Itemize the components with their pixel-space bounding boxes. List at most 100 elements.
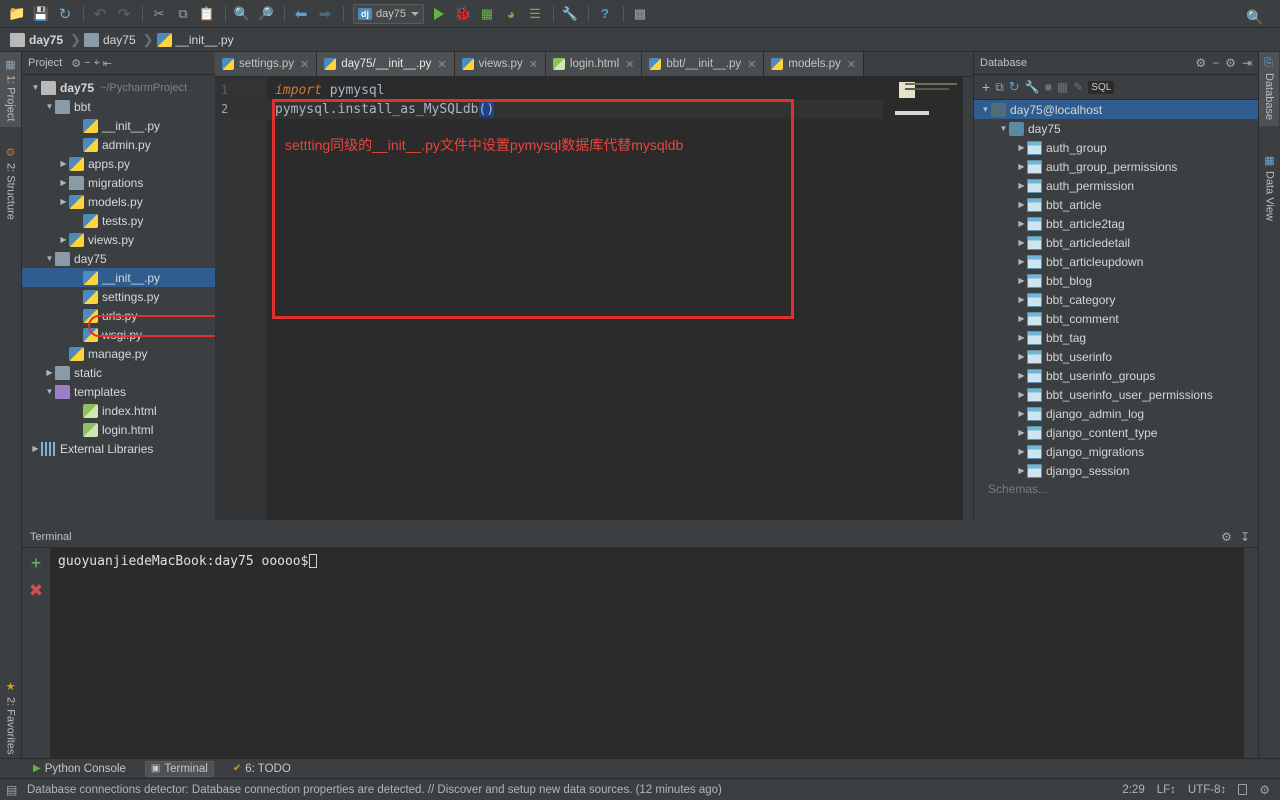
project-tree-item[interactable]: day75~/PycharmProject bbox=[22, 78, 215, 97]
breadcrumb-item-0[interactable]: day75 bbox=[8, 30, 69, 50]
project-tree-item[interactable]: apps.py bbox=[22, 154, 215, 173]
open-folder-icon[interactable]: 📁 bbox=[6, 3, 28, 25]
chevron-right-icon[interactable] bbox=[1016, 295, 1027, 304]
database-tree-item[interactable]: bbt_article bbox=[974, 195, 1258, 214]
project-tree-item[interactable]: settings.py bbox=[22, 287, 215, 306]
sidebar-item-project[interactable]: ▦ 1: Project bbox=[0, 52, 21, 127]
forward-icon[interactable]: ➡ bbox=[314, 3, 336, 25]
file-encoding[interactable]: UTF-8↕ bbox=[1188, 784, 1226, 796]
chevron-right-icon[interactable] bbox=[1016, 238, 1027, 247]
close-icon[interactable]: ✕ bbox=[747, 58, 756, 71]
chevron-right-icon[interactable] bbox=[1016, 333, 1027, 342]
database-tree-item[interactable]: auth_group_permissions bbox=[974, 157, 1258, 176]
stop-icon[interactable]: ■ bbox=[1045, 80, 1052, 94]
code-text-area[interactable]: import pymysql pymysql.install_as_MySQLd… bbox=[267, 77, 973, 520]
line-separator[interactable]: LF↕ bbox=[1157, 784, 1176, 796]
hide-icon[interactable]: ⇥ bbox=[1242, 56, 1252, 70]
chevron-right-icon[interactable] bbox=[1016, 447, 1027, 456]
chevron-right-icon[interactable] bbox=[58, 178, 69, 187]
chevron-down-icon[interactable] bbox=[44, 102, 55, 111]
project-tree-item[interactable]: static bbox=[22, 363, 215, 382]
settings-circle-icon[interactable]: ⚙ bbox=[1195, 56, 1206, 70]
editor-tab[interactable]: day75/__init__.py✕ bbox=[317, 52, 454, 76]
close-icon[interactable]: ✕ bbox=[529, 58, 538, 71]
sidebar-item-database[interactable]: ⎘ Database bbox=[1259, 52, 1279, 126]
database-tree-item[interactable]: bbt_blog bbox=[974, 271, 1258, 290]
database-tree-item[interactable]: bbt_tag bbox=[974, 328, 1258, 347]
database-tree-item[interactable]: bbt_articledetail bbox=[974, 233, 1258, 252]
close-tab-icon[interactable]: ✖ bbox=[29, 584, 43, 598]
close-icon[interactable]: ✕ bbox=[847, 58, 856, 71]
project-tree-item[interactable]: manage.py bbox=[22, 344, 215, 363]
chevron-right-icon[interactable] bbox=[30, 444, 41, 453]
refresh-icon[interactable]: ↻ bbox=[1009, 79, 1020, 95]
chevron-right-icon[interactable] bbox=[1016, 162, 1027, 171]
chevron-down-icon[interactable] bbox=[411, 12, 419, 16]
chevron-down-icon[interactable] bbox=[44, 254, 55, 263]
duplicate-icon[interactable]: ⧉ bbox=[995, 80, 1004, 95]
project-tree-item[interactable]: migrations bbox=[22, 173, 215, 192]
chevron-right-icon[interactable] bbox=[1016, 371, 1027, 380]
edit-icon[interactable]: ✎ bbox=[1073, 80, 1083, 94]
editor-tab[interactable]: login.html✕ bbox=[546, 52, 642, 76]
sql-console-icon[interactable]: SQL bbox=[1088, 81, 1114, 94]
chevron-right-icon[interactable] bbox=[58, 235, 69, 244]
vcs-icon[interactable]: ⚙ bbox=[1259, 783, 1270, 797]
chevron-right-icon[interactable] bbox=[1016, 181, 1027, 190]
lock-icon[interactable] bbox=[1238, 784, 1247, 795]
run-configuration-selector[interactable]: dj day75 bbox=[353, 4, 424, 24]
chevron-down-icon[interactable] bbox=[30, 83, 41, 92]
project-tree-item[interactable]: tests.py bbox=[22, 211, 215, 230]
editor-tab[interactable]: views.py✕ bbox=[455, 52, 546, 76]
sidebar-item-structure[interactable]: ⚙ 2: Structure bbox=[0, 140, 21, 226]
chevron-down-icon[interactable] bbox=[980, 105, 991, 114]
settings-wrench-icon[interactable]: 🔧 bbox=[559, 3, 581, 25]
database-tree-item[interactable]: day75@localhost bbox=[974, 100, 1258, 119]
paste-icon[interactable]: 📋 bbox=[196, 3, 218, 25]
copy-icon[interactable]: ⧉ bbox=[172, 3, 194, 25]
database-tree-item[interactable]: bbt_userinfo bbox=[974, 347, 1258, 366]
database-tree-item[interactable]: django_admin_log bbox=[974, 404, 1258, 423]
chevron-right-icon[interactable] bbox=[1016, 276, 1027, 285]
editor-scrollbar[interactable] bbox=[963, 77, 973, 520]
editor-tab[interactable]: bbt/__init__.py✕ bbox=[642, 52, 764, 76]
window-icon[interactable]: ▩ bbox=[629, 3, 651, 25]
project-tree-item[interactable]: bbt bbox=[22, 97, 215, 116]
project-tree-item[interactable]: login.html bbox=[22, 420, 215, 439]
database-tree-item[interactable]: bbt_comment bbox=[974, 309, 1258, 328]
close-icon[interactable]: ✕ bbox=[625, 58, 634, 71]
sidebar-item-favorites[interactable]: ★ 2: Favorites bbox=[0, 674, 21, 760]
project-tree-item[interactable]: day75 bbox=[22, 249, 215, 268]
database-tree-item[interactable]: bbt_category bbox=[974, 290, 1258, 309]
bottom-tab[interactable]: ▣Terminal bbox=[145, 761, 214, 777]
breadcrumb-item-1[interactable]: day75 bbox=[82, 30, 142, 50]
database-tree-item[interactable]: django_content_type bbox=[974, 423, 1258, 442]
run-icon[interactable] bbox=[428, 3, 450, 25]
project-tree-item[interactable]: admin.py bbox=[22, 135, 215, 154]
project-tree-item[interactable]: urls.py bbox=[22, 306, 215, 325]
table-icon[interactable]: ▦ bbox=[1057, 80, 1068, 94]
undo-icon[interactable]: ↶ bbox=[89, 3, 111, 25]
sync-icon[interactable]: ↻ bbox=[54, 3, 76, 25]
chevron-right-icon[interactable] bbox=[1016, 352, 1027, 361]
debug-icon[interactable]: 🐞 bbox=[452, 3, 474, 25]
breadcrumb-item-2[interactable]: __init__.py bbox=[155, 30, 240, 50]
chevron-right-icon[interactable] bbox=[1016, 143, 1027, 152]
add-tab-icon[interactable]: + bbox=[31, 556, 42, 570]
back-icon[interactable]: ⬅ bbox=[290, 3, 312, 25]
gear-icon[interactable]: ⚙ bbox=[1225, 56, 1236, 70]
cut-icon[interactable]: ✂ bbox=[148, 3, 170, 25]
chevron-right-icon[interactable] bbox=[1016, 409, 1027, 418]
database-tree-item[interactable]: django_session bbox=[974, 461, 1258, 480]
chevron-right-icon[interactable] bbox=[44, 368, 55, 377]
collapse-all-icon[interactable]: − bbox=[84, 57, 90, 69]
project-tree-item[interactable]: wsgi.py bbox=[22, 325, 215, 344]
find-icon[interactable]: 🔍 bbox=[231, 3, 253, 25]
project-tree-item[interactable]: External Libraries bbox=[22, 439, 215, 458]
find-usages-icon[interactable]: 🔎 bbox=[255, 3, 277, 25]
database-tree-item[interactable]: auth_permission bbox=[974, 176, 1258, 195]
editor-tab[interactable]: settings.py✕ bbox=[215, 52, 317, 76]
datasource-properties-icon[interactable]: 🔧 bbox=[1025, 80, 1040, 94]
database-tree-item[interactable]: auth_group bbox=[974, 138, 1258, 157]
bottom-tab[interactable]: ▶Python Console bbox=[28, 762, 131, 776]
